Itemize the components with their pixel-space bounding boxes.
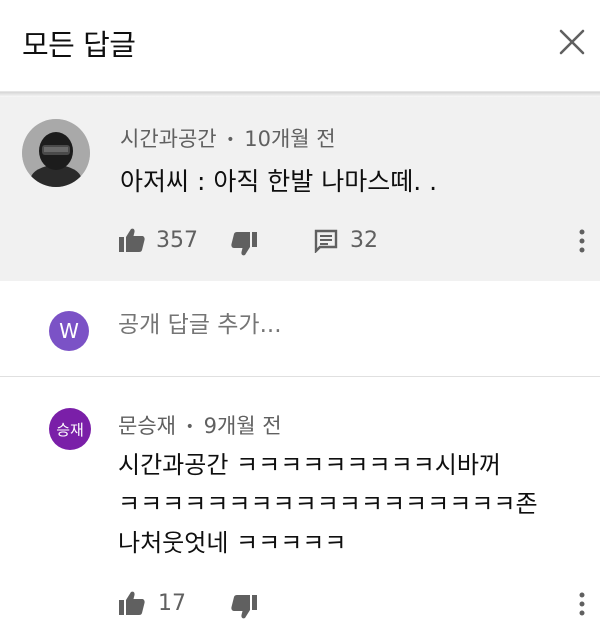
more-options-button[interactable] bbox=[574, 590, 590, 618]
meta-separator: • bbox=[226, 132, 235, 148]
like-count: 17 bbox=[158, 590, 186, 616]
more-vert-icon bbox=[579, 592, 585, 616]
reply-text: 시간과공간 ㅋㅋㅋㅋㅋㅋㅋㅋㅋ시바꺼 ㅋㅋㅋㅋㅋㅋㅋㅋㅋㅋㅋㅋㅋㅋㅋㅋㅋㅋ존 나… bbox=[118, 446, 538, 563]
reply-meta: 문승재 • 9개월 전 bbox=[118, 410, 282, 440]
user-avatar[interactable]: W bbox=[49, 311, 89, 351]
comment-time[interactable]: 10개월 전 bbox=[244, 127, 335, 151]
thumbs-down-icon bbox=[231, 232, 257, 256]
meta-separator: • bbox=[185, 419, 194, 435]
comment-author[interactable]: 시간과공간 bbox=[120, 127, 217, 151]
reply-avatar[interactable]: 승재 bbox=[49, 408, 91, 450]
like-count: 357 bbox=[156, 227, 198, 253]
replies-button[interactable]: 32 bbox=[314, 228, 378, 253]
page-title: 모든 답글 bbox=[22, 28, 136, 62]
reply-time[interactable]: 9개월 전 bbox=[204, 414, 282, 438]
more-vert-icon bbox=[579, 229, 585, 253]
close-button[interactable] bbox=[552, 22, 592, 62]
thumbs-down-icon bbox=[231, 595, 257, 619]
reply-text-line: 시간과공간 ㅋㅋㅋㅋㅋㅋㅋㅋㅋ시바꺼 bbox=[118, 451, 501, 479]
thumbs-up-icon bbox=[119, 228, 145, 252]
dislike-button[interactable] bbox=[230, 594, 258, 620]
like-button[interactable]: 357 bbox=[118, 227, 198, 253]
header: 모든 답글 bbox=[0, 0, 600, 92]
avatar[interactable] bbox=[22, 119, 90, 187]
reply-text-line: ㅋㅋㅋㅋㅋㅋㅋㅋㅋㅋㅋㅋㅋㅋㅋㅋㅋㅋ존 bbox=[118, 490, 538, 518]
reply-count: 32 bbox=[350, 228, 378, 253]
reply-text-line: 나처웃엇네 ㅋㅋㅋㅋㅋ bbox=[118, 529, 347, 557]
comment-text: 아저씨 : 아직 한발 나마스떼. . bbox=[120, 167, 438, 196]
more-options-button[interactable] bbox=[574, 227, 590, 255]
reply-input[interactable] bbox=[118, 312, 538, 338]
thumbs-up-icon bbox=[119, 591, 145, 615]
comment-meta: 시간과공간 • 10개월 전 bbox=[120, 123, 336, 153]
like-button[interactable]: 17 bbox=[118, 590, 186, 616]
close-icon bbox=[559, 29, 585, 55]
dislike-button[interactable] bbox=[230, 231, 258, 257]
reply-author[interactable]: 문승재 bbox=[118, 414, 176, 438]
reply-comment-icon bbox=[314, 229, 338, 253]
parent-comment: 시간과공간 • 10개월 전 아저씨 : 아직 한발 나마스떼. . 357 3… bbox=[0, 97, 600, 281]
